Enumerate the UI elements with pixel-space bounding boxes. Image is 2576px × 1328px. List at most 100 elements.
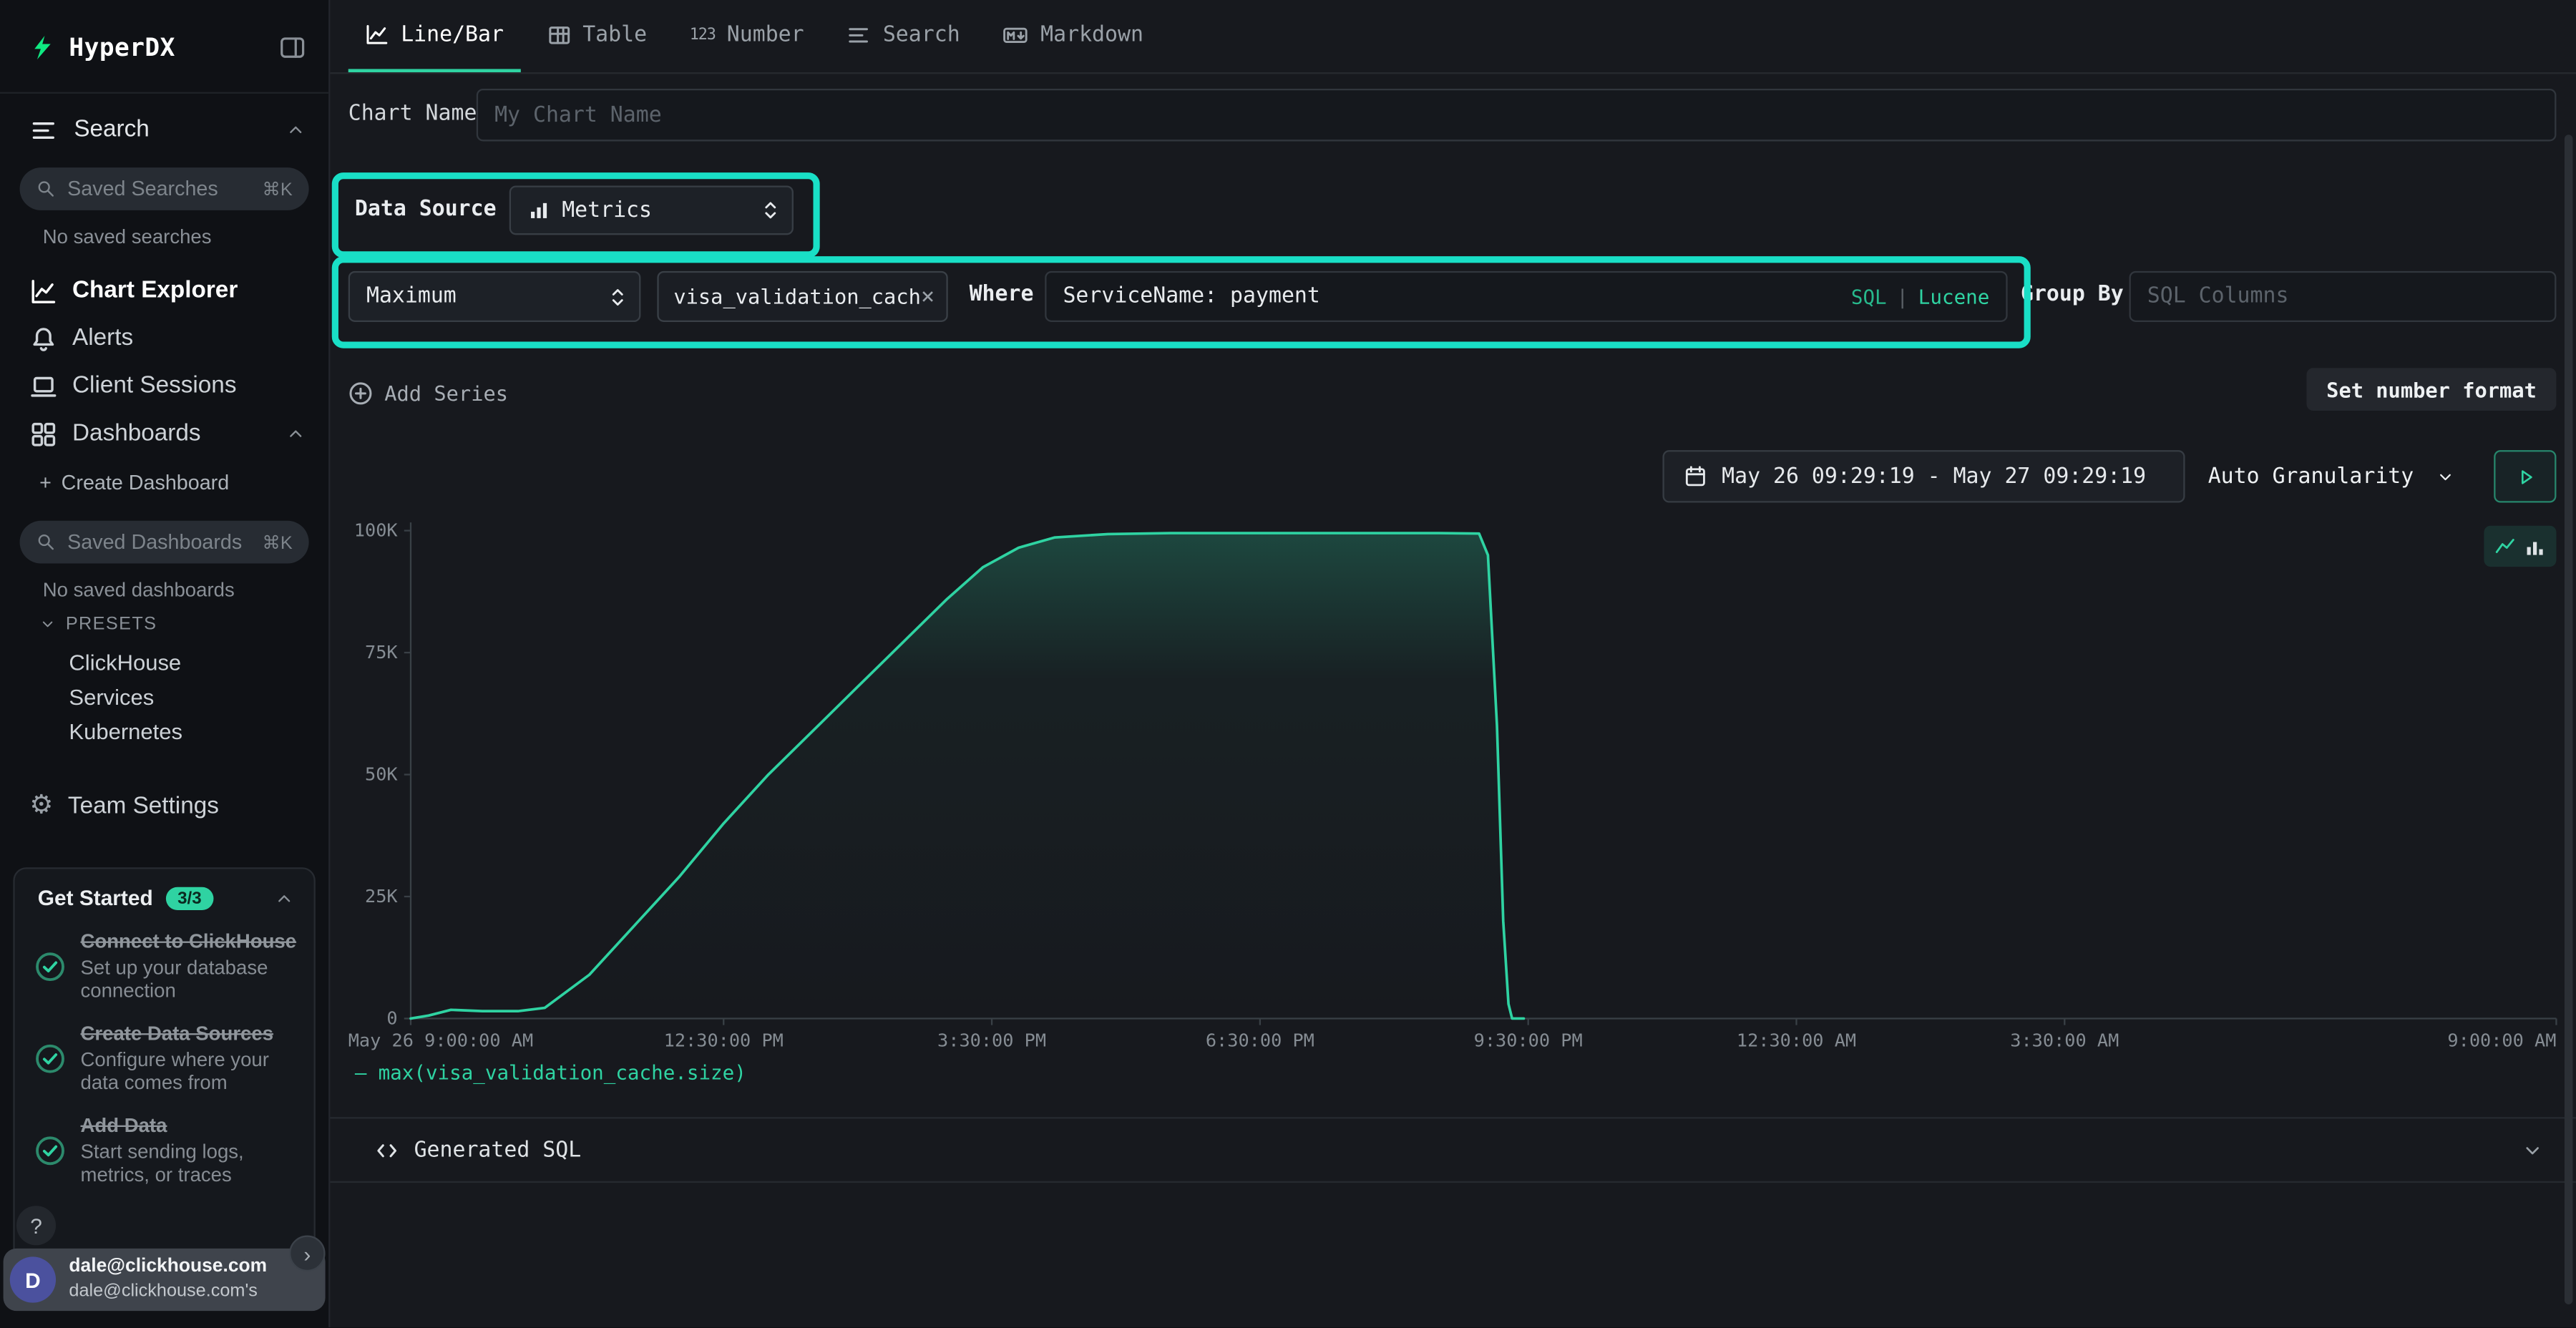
tab-table[interactable]: Table — [530, 0, 663, 72]
svg-text:0: 0 — [386, 1008, 397, 1029]
where-query-input[interactable]: ServiceName: payment SQL | Lucene — [1045, 271, 2007, 322]
sql-mode-button[interactable]: SQL — [1851, 285, 1887, 308]
chart-explorer-icon — [29, 277, 57, 305]
get-started-item[interactable]: Connect to ClickHouse Set up your databa… — [15, 920, 314, 1012]
plus-icon: + — [39, 472, 52, 494]
run-query-button[interactable] — [2494, 450, 2556, 502]
close-icon[interactable]: × — [921, 283, 935, 310]
tab-number[interactable]: 123 Number — [673, 0, 821, 72]
app-window: HyperDX Search Saved Searches ⌘K N — [0, 0, 2576, 1327]
chevron-right-icon[interactable]: › — [289, 1236, 326, 1272]
svg-text:3:30:00 PM: 3:30:00 PM — [937, 1030, 1046, 1051]
presets-toggle[interactable]: PRESETS — [39, 615, 157, 635]
saved-searches-input[interactable]: Saved Searches ⌘K — [20, 167, 309, 210]
svg-text:9:30:00 PM: 9:30:00 PM — [1474, 1030, 1583, 1051]
sidebar-section-search[interactable]: Search — [0, 109, 328, 152]
metric-field-chip[interactable]: visa_validation_cach × — [657, 271, 947, 322]
sidebar: HyperDX Search Saved Searches ⌘K N — [0, 0, 330, 1327]
hyperdx-logo-icon — [29, 34, 56, 61]
chevron-up-icon[interactable] — [286, 120, 306, 140]
sidebar-item-team-settings[interactable]: ⚙ Team Settings — [0, 785, 328, 828]
logo-row: HyperDX — [0, 23, 328, 72]
create-dashboard-button[interactable]: + Create Dashboard — [39, 472, 229, 494]
preset-clickhouse[interactable]: ClickHouse — [69, 650, 181, 675]
mode-divider: | — [1896, 285, 1908, 308]
main-content: Line/Bar Table 123 Number Search — [328, 0, 2576, 1327]
sidebar-item-dashboards[interactable]: Dashboards — [0, 412, 328, 455]
line-chart-icon — [365, 22, 389, 47]
get-started-item[interactable]: Add Data Start sending logs, metrics, or… — [15, 1104, 314, 1196]
calendar-icon — [1684, 465, 1707, 488]
user-account-banner[interactable]: D dale@clickhouse.com dale@clickhouse.co… — [4, 1249, 326, 1311]
saved-dashboards-input[interactable]: Saved Dashboards ⌘K — [20, 521, 309, 564]
svg-text:6:30:00 PM: 6:30:00 PM — [1206, 1030, 1314, 1051]
svg-text:100K: 100K — [354, 520, 399, 541]
table-icon — [547, 22, 571, 47]
code-icon — [374, 1138, 399, 1162]
get-started-item[interactable]: Create Data Sources Configure where your… — [15, 1012, 314, 1104]
timeseries-chart[interactable]: 025K50K75K100KMay 26 9:00:00 AM12:30:00 … — [328, 519, 2556, 1065]
svg-text:50K: 50K — [365, 764, 398, 785]
chevron-up-down-icon — [762, 199, 779, 222]
granularity-select[interactable]: Auto Granularity — [2195, 450, 2467, 502]
legend-dash: — — [355, 1061, 367, 1084]
chart-name-input[interactable] — [477, 89, 2557, 141]
chevron-up-icon[interactable] — [286, 424, 306, 444]
play-icon — [2514, 466, 2536, 487]
chevron-up-down-icon — [610, 285, 626, 308]
scrollbar[interactable] — [2565, 135, 2572, 1304]
data-source-select[interactable]: Metrics — [509, 185, 794, 235]
sidebar-item-chart-explorer[interactable]: Chart Explorer — [0, 270, 328, 313]
tab-search[interactable]: Search — [830, 0, 976, 72]
chevron-down-icon — [2436, 467, 2454, 485]
get-started-header[interactable]: Get Started 3/3 — [15, 869, 314, 920]
add-series-button[interactable]: Add Series — [348, 373, 508, 412]
tab-line-bar[interactable]: Line/Bar — [348, 0, 520, 72]
chevron-down-icon — [39, 616, 56, 633]
shortcut-badge: ⌘K — [263, 178, 293, 200]
view-tabs: Line/Bar Table 123 Number Search — [328, 0, 2576, 74]
no-saved-searches-text: No saved searches — [43, 225, 212, 248]
svg-text:12:30:00 PM: 12:30:00 PM — [664, 1030, 784, 1051]
svg-text:75K: 75K — [365, 642, 398, 663]
group-by-input[interactable] — [2129, 271, 2557, 322]
gear-icon: ⚙ — [29, 794, 53, 820]
search-section-icon — [29, 116, 57, 144]
app-logo-text: HyperDX — [69, 33, 175, 62]
group-by-label: Group By — [2021, 283, 2124, 307]
metrics-icon — [527, 199, 550, 222]
no-saved-dashboards-text: No saved dashboards — [43, 578, 235, 601]
check-circle-icon — [34, 1043, 66, 1074]
sidebar-item-client-sessions[interactable]: Client Sessions — [0, 365, 328, 408]
dashboards-grid-icon — [29, 420, 57, 448]
date-range-button[interactable]: May 26 09:29:19 - May 27 09:29:19 — [1662, 450, 2185, 502]
lucene-mode-button[interactable]: Lucene — [1918, 285, 1990, 308]
circle-plus-icon — [348, 381, 373, 405]
check-circle-icon — [34, 1134, 66, 1166]
avatar: D — [10, 1256, 56, 1302]
chevron-up-icon[interactable] — [274, 888, 294, 908]
sidebar-item-alerts[interactable]: Alerts — [0, 317, 328, 360]
set-number-format-button[interactable]: Set number format — [2307, 368, 2557, 411]
preset-services[interactable]: Services — [69, 685, 154, 709]
aggregation-select[interactable]: Maximum — [348, 271, 641, 322]
search-icon — [36, 532, 57, 552]
data-source-label: Data Source — [355, 197, 497, 222]
help-button[interactable]: ? — [16, 1206, 56, 1245]
check-circle-icon — [34, 950, 66, 982]
progress-badge: 3/3 — [166, 887, 213, 909]
svg-text:12:30:00 AM: 12:30:00 AM — [1737, 1030, 1856, 1051]
collapse-sidebar-button[interactable] — [279, 34, 306, 61]
preset-kubernetes[interactable]: Kubernetes — [69, 720, 182, 744]
chart-legend: — max(visa_validation_cache.size) — [355, 1061, 746, 1084]
chevron-down-icon[interactable] — [2522, 1139, 2543, 1161]
svg-text:3:30:00 AM: 3:30:00 AM — [2010, 1030, 2119, 1051]
shortcut-badge: ⌘K — [263, 532, 293, 553]
user-email: dale@clickhouse.com — [69, 1256, 267, 1276]
generated-sql-section[interactable]: Generated SQL — [328, 1117, 2576, 1183]
divider — [0, 92, 328, 94]
where-query-value: ServiceName: payment — [1063, 284, 1319, 308]
tab-markdown[interactable]: Markdown — [986, 0, 1160, 72]
list-icon — [847, 22, 871, 47]
get-started-card: Get Started 3/3 Connect to ClickHouse Se… — [13, 867, 315, 1284]
